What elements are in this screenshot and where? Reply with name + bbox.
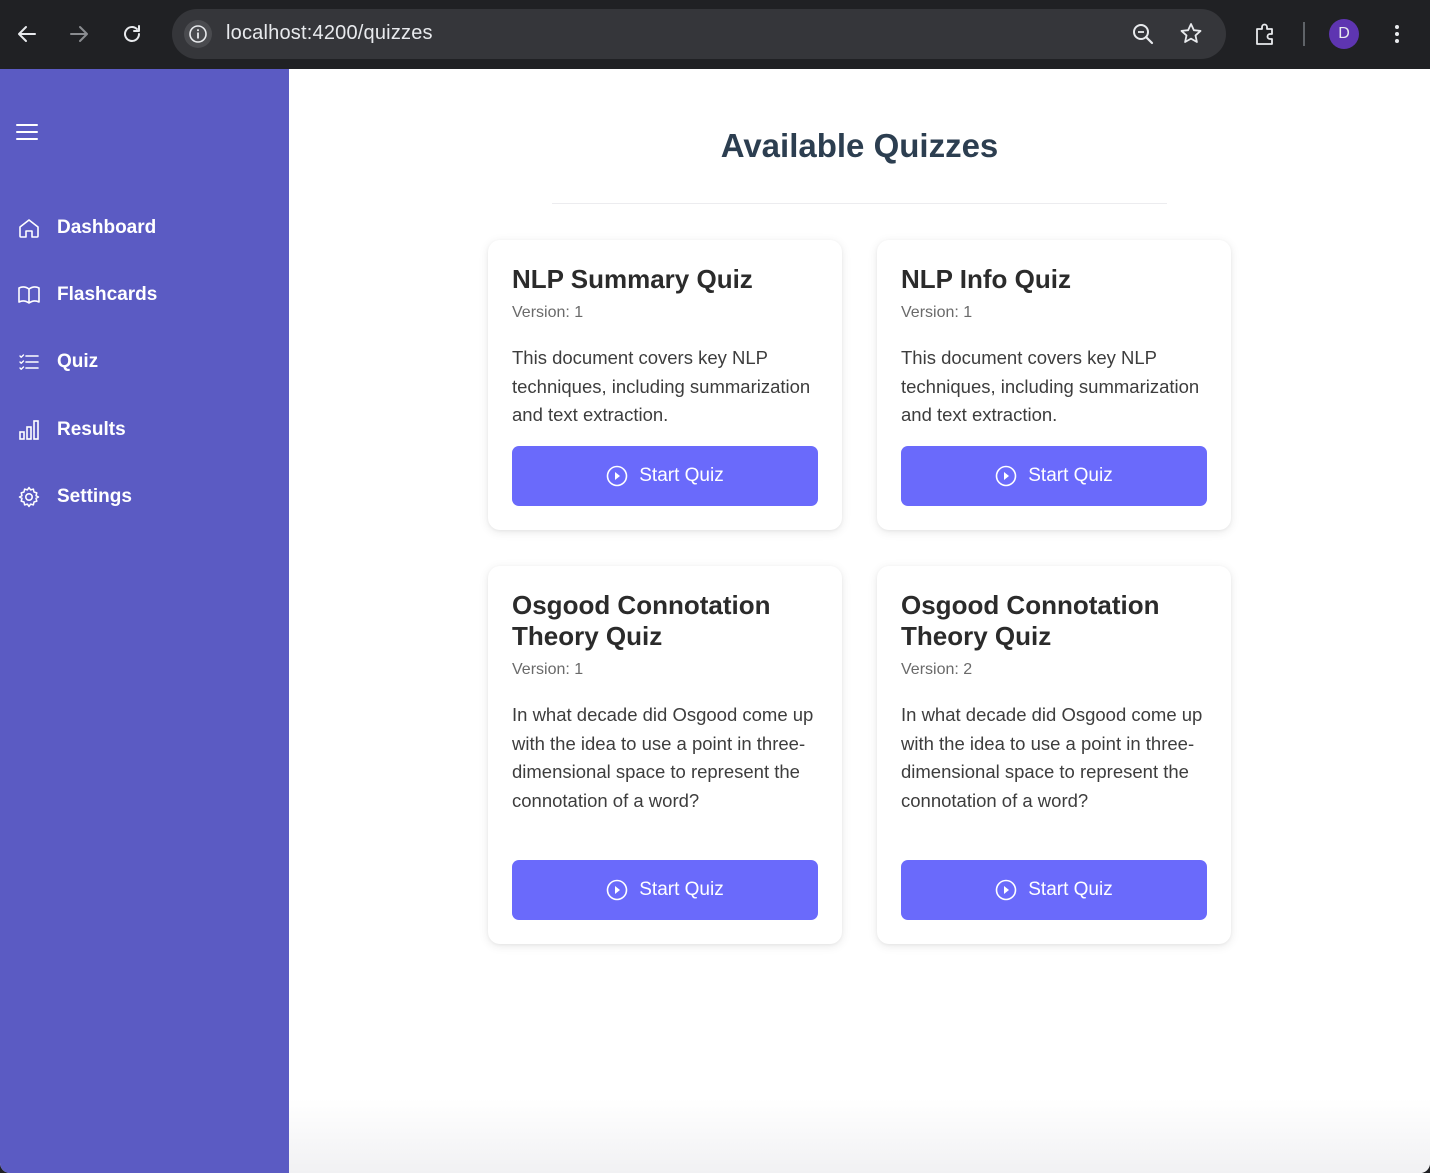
start-quiz-label: Start Quiz [639,465,724,486]
browser-menu-button[interactable] [1377,14,1417,54]
start-quiz-button[interactable]: Start Quiz [901,446,1207,506]
sidebar-item-label: Results [57,419,126,440]
toolbar-divider [1303,22,1305,46]
start-quiz-label: Start Quiz [639,879,724,900]
sidebar-item-settings[interactable]: Settings [0,475,289,519]
quiz-card: Osgood Connotation Theory Quiz Version: … [488,566,842,944]
zoom-icon[interactable] [1130,21,1156,47]
bookmark-star-icon[interactable] [1178,21,1204,47]
browser-toolbar: localhost:4200/quizzes D [0,0,1430,69]
start-quiz-label: Start Quiz [1028,465,1113,486]
sidebar-item-label: Dashboard [57,217,157,238]
sidebar-item-quiz[interactable]: Quiz [0,340,289,384]
page-title: Available Quizzes [720,127,999,164]
quiz-description: In what decade did Osgood come up with t… [901,704,1203,811]
start-quiz-button[interactable]: Start Quiz [512,860,818,920]
hamburger-menu-icon[interactable] [14,119,40,145]
start-quiz-label: Start Quiz [1028,879,1113,900]
forward-arrow-icon [70,26,88,42]
sidebar-item-label: Quiz [57,351,99,372]
kebab-menu-icon [1395,25,1399,43]
quiz-version: Version: 2 [901,661,973,678]
back-arrow-icon [18,26,36,42]
quiz-title: Osgood Connotation Theory Quiz [901,590,1160,651]
main-content: Available Quizzes NLP Summary Quiz Versi… [289,69,1430,1173]
start-quiz-button[interactable]: Start Quiz [512,446,818,506]
quiz-version: Version: 1 [512,661,584,678]
back-button[interactable] [7,14,47,54]
gear-icon [17,485,41,509]
play-circle-icon [606,465,628,487]
forward-button[interactable] [59,14,99,54]
play-circle-icon [606,879,628,901]
puzzle-icon [1256,23,1273,45]
sidebar-item-results[interactable]: Results [0,408,289,452]
play-circle-icon [995,465,1017,487]
profile-avatar[interactable]: D [1329,19,1359,49]
sidebar: Dashboard Flashcards Quiz Results Settin [0,69,289,1173]
quiz-version: Version: 1 [512,304,584,321]
quiz-description: This document covers key NLP techniques,… [901,347,1200,425]
list-icon [17,350,41,374]
sidebar-item-label: Settings [57,486,132,507]
start-quiz-button[interactable]: Start Quiz [901,860,1207,920]
reload-icon [124,25,140,42]
app-viewport: Dashboard Flashcards Quiz Results Settin [0,69,1430,1173]
sidebar-item-flashcards[interactable]: Flashcards [0,273,289,317]
address-bar[interactable]: localhost:4200/quizzes [172,9,1226,59]
reload-button[interactable] [112,14,152,54]
quiz-description: In what decade did Osgood come up with t… [512,704,814,811]
book-icon [17,283,41,307]
quiz-title: Osgood Connotation Theory Quiz [512,590,771,651]
quiz-card: NLP Info Quiz Version: 1 This document c… [877,240,1231,530]
quiz-version: Version: 1 [901,304,973,321]
quiz-card: NLP Summary Quiz Version: 1 This documen… [488,240,842,530]
sidebar-item-label: Flashcards [57,284,158,305]
quiz-title: NLP Summary Quiz [512,264,753,294]
site-info-icon[interactable] [184,20,212,48]
bar-chart-icon [17,418,41,442]
title-divider [552,203,1167,204]
url-text[interactable]: localhost:4200/quizzes [226,22,433,45]
quiz-title: NLP Info Quiz [901,264,1071,294]
quiz-description: This document covers key NLP techniques,… [512,347,811,425]
play-circle-icon [995,879,1017,901]
extensions-button[interactable] [1245,14,1285,54]
quiz-card: Osgood Connotation Theory Quiz Version: … [877,566,1231,944]
home-icon [17,216,41,240]
sidebar-item-dashboard[interactable]: Dashboard [0,206,289,250]
